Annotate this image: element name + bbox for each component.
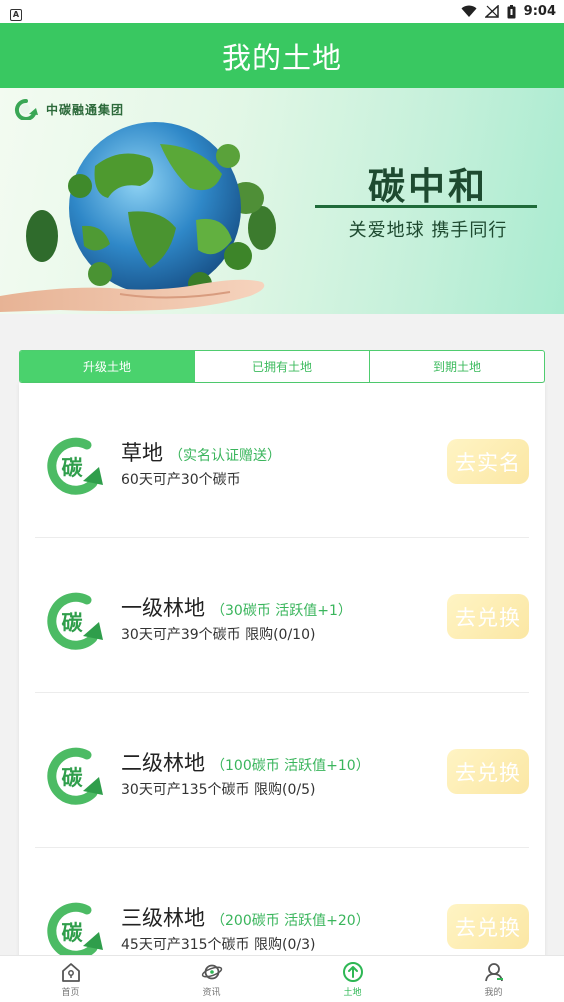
carbon-logo-icon: 碳	[47, 592, 103, 650]
home-icon	[61, 962, 80, 982]
signal-icon	[484, 5, 499, 18]
svg-text:碳: 碳	[62, 456, 84, 480]
land-tabs: 升级土地 已拥有土地 到期土地	[19, 350, 545, 383]
page-title: 我的土地	[221, 40, 342, 75]
verify-identity-button[interactable]: 去实名	[447, 439, 529, 484]
earth-in-hand-image	[0, 122, 276, 312]
carbon-neutral-banner[interactable]: 中碳融通集团 碳中和 关爱地球 携手同行	[0, 88, 564, 314]
list-item-level1-forest: 碳 一级林地 （30碳币 活跃值+1） 30天可产39个碳币 限购(0/10) …	[35, 538, 529, 693]
land-name: 一级林地	[121, 596, 205, 620]
svg-text:碳: 碳	[62, 766, 84, 790]
nav-label: 我的	[484, 987, 503, 998]
svg-text:碳: 碳	[62, 921, 84, 945]
land-note: （200碳币 活跃值+20）	[211, 913, 370, 929]
land-description: 30天可产135个碳币 限购(0/5)	[121, 782, 316, 798]
upload-circle-icon	[342, 961, 363, 982]
nav-home[interactable]: 首页	[0, 956, 141, 1002]
land-note: （30碳币 活跃值+1）	[211, 603, 352, 619]
status-bar: A 9:04	[0, 0, 564, 23]
clock: 9:04	[523, 4, 556, 19]
nav-land[interactable]: 土地	[282, 956, 423, 1002]
nav-news[interactable]: 资讯	[141, 956, 282, 1002]
land-description: 60天可产30个碳币	[121, 472, 241, 488]
exchange-button[interactable]: 去兑换	[447, 749, 529, 794]
banner-title: 碳中和	[368, 165, 488, 208]
sim-notification-icon: A	[10, 9, 22, 21]
nav-label: 资讯	[202, 987, 221, 998]
list-item-grassland: 碳 草地 （实名认证赠送） 60天可产30个碳币 去实名	[35, 383, 529, 538]
land-note: （实名认证赠送）	[169, 448, 281, 464]
carbon-logo-icon: 碳	[47, 437, 103, 495]
carbon-logo-icon: 碳	[47, 747, 103, 805]
land-description: 30天可产39个碳币 限购(0/10)	[121, 627, 316, 643]
tab-owned-land[interactable]: 已拥有土地	[194, 351, 369, 382]
tab-upgrade-land[interactable]: 升级土地	[20, 351, 194, 382]
exchange-button[interactable]: 去兑换	[447, 594, 529, 639]
land-description: 45天可产315个碳币 限购(0/3)	[121, 937, 316, 953]
exchange-button[interactable]: 去兑换	[447, 904, 529, 949]
land-list: 碳 草地 （实名认证赠送） 60天可产30个碳币 去实名 碳 一级林地 （30碳…	[19, 383, 545, 983]
svg-text:碳: 碳	[62, 611, 84, 635]
battery-icon	[507, 4, 516, 18]
land-name: 草地	[121, 441, 163, 465]
bottom-nav: 首页 资讯 土地 我的	[0, 955, 564, 1002]
tab-expired-land[interactable]: 到期土地	[369, 351, 544, 382]
nav-label: 首页	[61, 987, 80, 998]
brand-name: 中碳融通集团	[46, 102, 125, 117]
list-item-level2-forest: 碳 二级林地 （100碳币 活跃值+10） 30天可产135个碳币 限购(0/5…	[35, 693, 529, 848]
banner-slogan: 关爱地球 携手同行	[348, 220, 508, 241]
wifi-icon	[461, 5, 477, 17]
app-header: 我的土地	[0, 23, 564, 88]
user-icon	[484, 962, 503, 981]
nav-mine[interactable]: 我的	[423, 956, 564, 1002]
land-note: （100碳币 活跃值+10）	[211, 758, 370, 774]
nav-label: 土地	[343, 987, 362, 998]
planet-icon	[201, 964, 222, 979]
banner-divider	[315, 205, 537, 208]
land-name: 三级林地	[121, 906, 205, 930]
land-name: 二级林地	[121, 751, 205, 775]
